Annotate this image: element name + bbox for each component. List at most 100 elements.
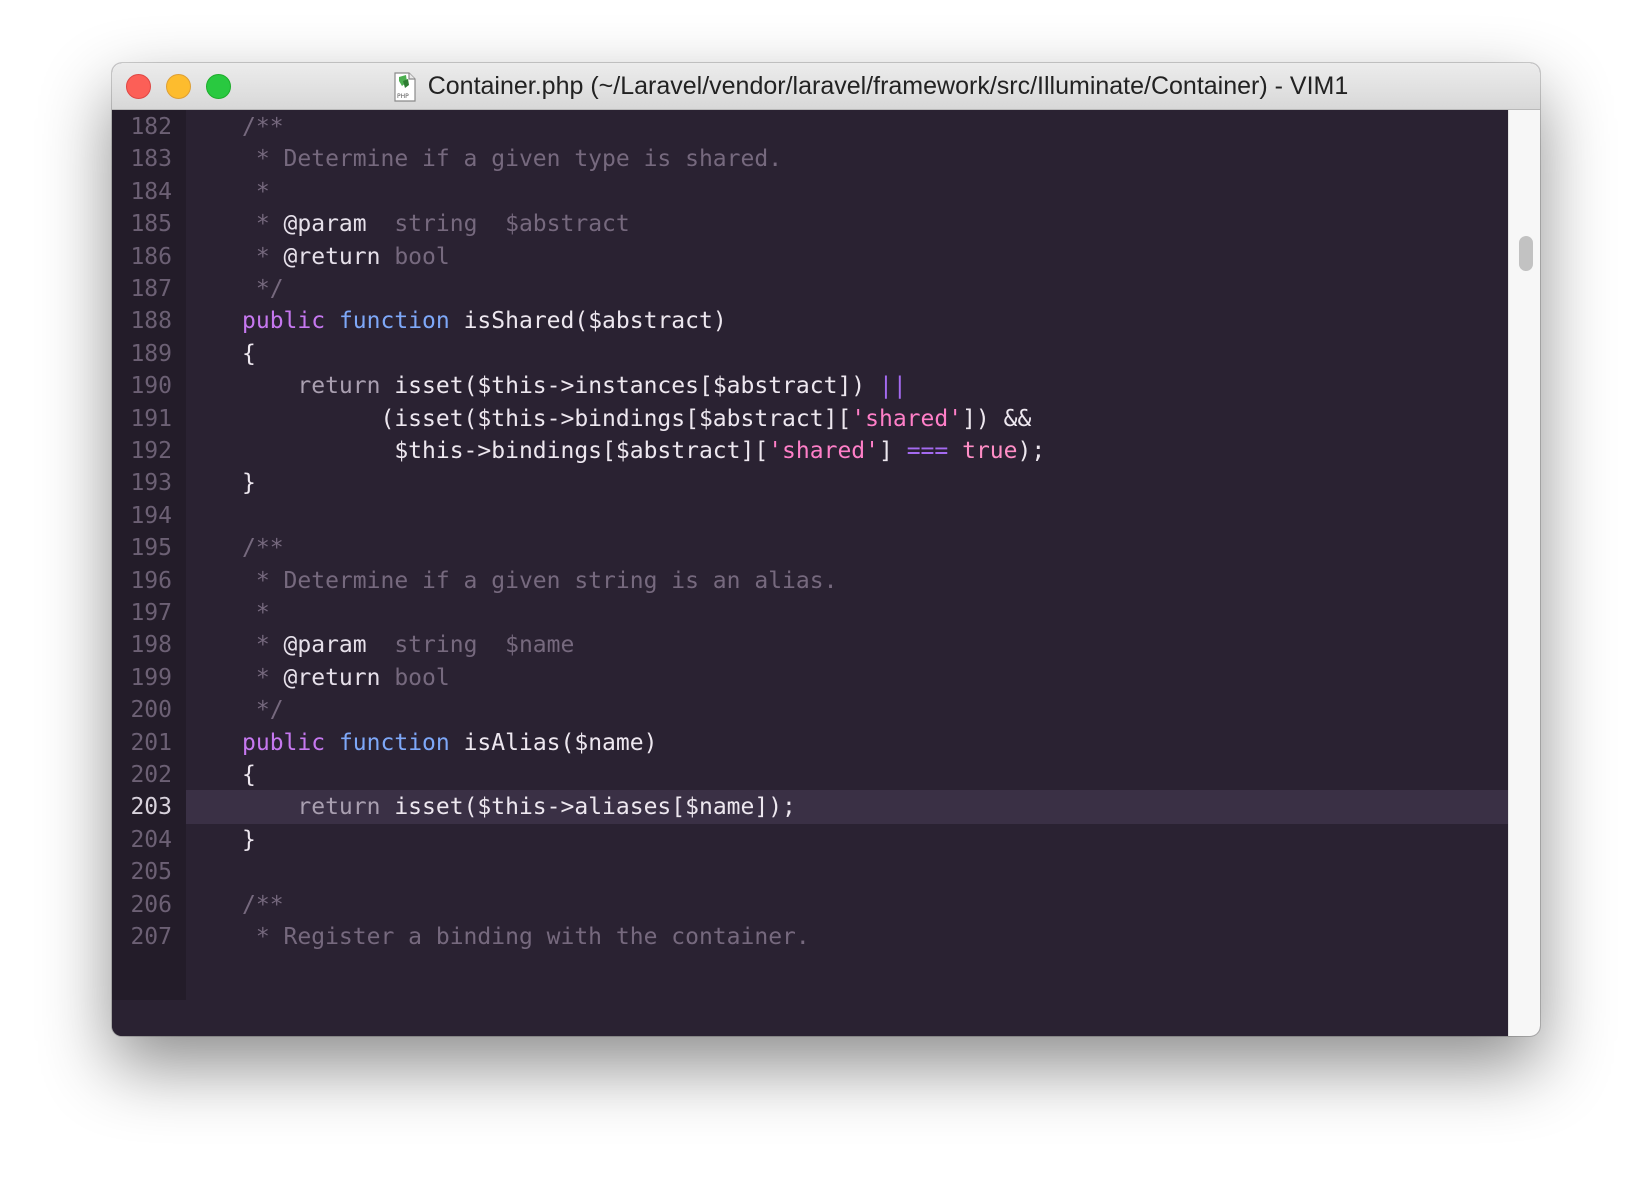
title-area: PHP Container.php (~/Laravel/vendor/lara… [112,63,1540,110]
line-number: 203 [112,790,186,825]
line-number: 200 [130,697,172,724]
code-text: { [242,758,256,792]
code-text: /** [242,110,284,144]
code-line[interactable]: 189 { [112,337,1508,371]
code-token: @param [283,211,367,238]
code-line[interactable]: 205 [112,855,1508,889]
code-token: string $name [366,632,575,659]
code-line[interactable]: 195 /** [112,531,1508,565]
code-token: * [242,178,270,205]
code-token: /** [242,891,284,918]
code-text: } [242,823,256,857]
code-line[interactable]: 193} [112,466,1508,500]
code-text: { [242,337,256,371]
line-number: 205 [130,859,172,886]
svg-text:PHP: PHP [397,93,409,100]
code-token: { [242,762,256,788]
code-line[interactable]: 187 */ [112,272,1508,306]
code-token: (isset($this->bindings[$abstract][ [242,405,852,432]
code-line[interactable]: 192 $this->bindings[$abstract]['shared']… [112,434,1508,468]
code-line[interactable]: 206 /** [112,888,1508,922]
php-file-icon[interactable]: PHP [394,71,416,102]
code-token: * [242,600,270,626]
code-token: * [242,211,284,238]
window-title: Container.php (~/Laravel/vendor/laravel/… [427,72,1349,100]
scrollbar-thumb[interactable] [1519,236,1533,271]
line-number: 194 [130,502,172,529]
code-text: * @return bool [242,240,450,274]
code-line[interactable]: 183 * Determine if a given type is share… [112,142,1508,176]
line-number: 185 [130,211,172,238]
line-number: 188 [130,308,172,335]
code-line[interactable]: 203 return isset($this->aliases[$name]); [112,790,1508,825]
code-line[interactable]: 186 * @return bool [112,240,1508,274]
line-number: 183 [130,146,172,173]
code-text: */ [242,272,284,306]
code-token: /** [242,114,284,140]
code-line[interactable]: 202 { [112,758,1508,792]
title-bar[interactable]: PHP Container.php (~/Laravel/vendor/lara… [112,63,1540,110]
code-token: isset($this->instances[$abstract]) [380,373,879,400]
line-number: 184 [130,178,172,205]
code-token: * Register a binding with the container. [242,924,810,950]
code-line[interactable]: 184 * [112,175,1508,209]
code-line[interactable]: 194 [112,499,1508,533]
code-line[interactable]: 201 public function isAlias($name) [112,726,1508,760]
code-line[interactable]: 188 public function isShared($abstract) [112,304,1508,338]
code-token: public [242,729,326,756]
code-text: /** [242,531,284,565]
code-line[interactable]: 197 * [112,596,1508,630]
code-line[interactable]: 190 return isset($this->instances[$abstr… [112,369,1508,403]
code-line[interactable]: 198 * @param string $name [112,628,1508,662]
code-token: */ [242,276,284,302]
line-number: 195 [130,535,172,562]
code-text: * @return bool [242,661,450,695]
code-token: { [242,340,256,367]
code-text: return isset($this->instances[$abstract]… [242,369,906,403]
line-number: 198 [130,632,172,659]
code-text: * [242,175,270,209]
code-token: return [297,373,381,400]
code-token: /** [242,535,284,562]
code-line[interactable]: 191 (isset($this->bindings[$abstract]['s… [112,402,1508,436]
code-token: function [338,308,450,335]
code-token: string $abstract [366,211,630,238]
code-token: @param [283,632,367,659]
code-token: bool [380,664,450,691]
code-token: public [242,308,326,335]
code-line[interactable]: 185 * @param string $abstract [112,207,1508,241]
line-number: 191 [130,405,172,432]
code-line[interactable]: 200 */ [112,693,1508,727]
line-number: 187 [130,276,172,302]
code-token: * [242,632,284,659]
code-line[interactable]: 204} [112,823,1508,857]
code-text: * Determine if a given type is shared. [242,142,782,176]
code-token: return [297,794,381,821]
code-text: public function isAlias($name) [242,726,657,760]
code-token: === [906,438,949,464]
line-number: 207 [130,924,172,950]
line-number: 190 [130,373,172,400]
code-text: * [242,596,270,630]
vertical-scrollbar[interactable] [1508,110,1540,1036]
code-line[interactable]: 199 * @return bool [112,661,1508,695]
code-token: @return [283,664,381,691]
code-token: $this->bindings[$abstract][ [242,438,769,464]
code-text: return isset($this->aliases[$name]); [242,790,796,824]
code-token: true [962,438,1018,464]
code-token: isAlias($name) [449,729,658,756]
code-token: * Determine if a given type is shared. [242,146,783,173]
code-line[interactable]: 196 * Determine if a given string is an … [112,564,1508,598]
code-token: function [338,729,450,756]
code-token: * [242,243,284,270]
code-editor[interactable]: 182/** 183 * Determine if a given type is… [112,110,1508,1036]
code-text: $this->bindings[$abstract]['shared'] ===… [242,434,1045,468]
code-line[interactable]: 182 /** [112,110,1508,144]
line-number: 197 [130,600,172,626]
code-text: * @param string $abstract [242,207,630,241]
code-line[interactable]: 207 * Register a binding with the contai… [112,920,1508,954]
